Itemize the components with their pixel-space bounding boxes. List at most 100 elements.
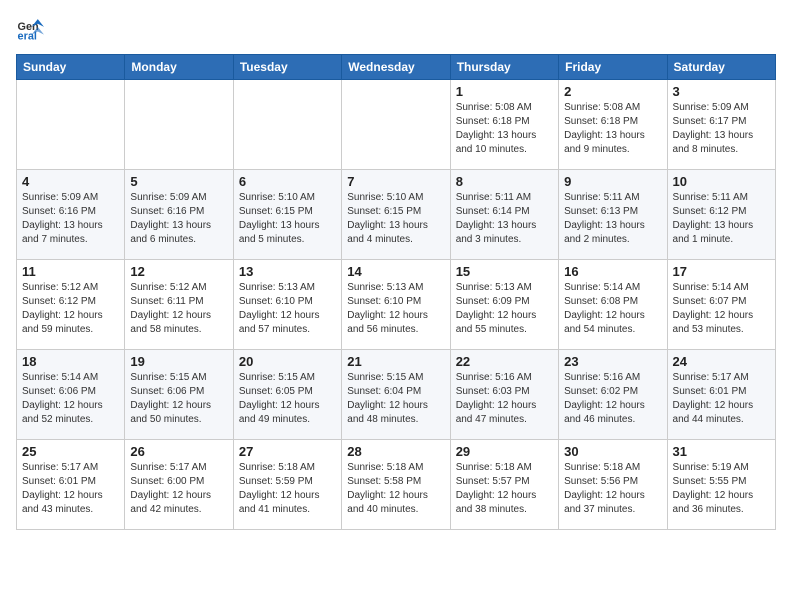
col-header-monday: Monday: [125, 55, 233, 80]
calendar-cell: 30 Sunrise: 5:18 AM Sunset: 5:56 PM Dayli…: [559, 440, 667, 530]
day-info: Sunrise: 5:18 AM Sunset: 5:58 PM Dayligh…: [347, 461, 444, 517]
day-info: Sunrise: 5:12 AM Sunset: 6:12 PM Dayligh…: [22, 281, 119, 337]
day-number: 4: [22, 174, 119, 189]
header: Gen eral: [16, 16, 776, 44]
day-info: Sunrise: 5:18 AM Sunset: 5:59 PM Dayligh…: [239, 461, 336, 517]
calendar-cell: 9Sunrise: 5:11 AM Sunset: 6:13 PM Daylig…: [559, 170, 667, 260]
calendar-cell: 2 Sunrise: 5:08 AM Sunset: 6:18 PM Daylig…: [559, 80, 667, 170]
calendar-cell: [342, 80, 450, 170]
calendar-week-2: 4 Sunrise: 5:09 AM Sunset: 6:16 PM Daylig…: [17, 170, 776, 260]
day-number: 26: [130, 444, 227, 459]
calendar-cell: 4 Sunrise: 5:09 AM Sunset: 6:16 PM Daylig…: [17, 170, 125, 260]
day-number: 18: [22, 354, 119, 369]
calendar-week-3: 11 Sunrise: 5:12 AM Sunset: 6:12 PM Dayli…: [17, 260, 776, 350]
calendar-cell: 12Sunrise: 5:12 AM Sunset: 6:11 PM Dayli…: [125, 260, 233, 350]
day-info: Sunrise: 5:10 AM Sunset: 6:15 PM Dayligh…: [347, 191, 444, 247]
day-number: 19: [130, 354, 227, 369]
day-info: Sunrise: 5:13 AM Sunset: 6:09 PM Dayligh…: [456, 281, 553, 337]
calendar-week-1: 1 Sunrise: 5:08 AM Sunset: 6:18 PM Daylig…: [17, 80, 776, 170]
day-info: Sunrise: 5:09 AM Sunset: 6:17 PM Dayligh…: [673, 101, 770, 157]
calendar-cell: 21Sunrise: 5:15 AM Sunset: 6:04 PM Dayli…: [342, 350, 450, 440]
calendar-cell: 23Sunrise: 5:16 AM Sunset: 6:02 PM Dayli…: [559, 350, 667, 440]
calendar-cell: 10Sunrise: 5:11 AM Sunset: 6:12 PM Dayli…: [667, 170, 775, 260]
day-info: Sunrise: 5:14 AM Sunset: 6:08 PM Dayligh…: [564, 281, 661, 337]
calendar-cell: 28 Sunrise: 5:18 AM Sunset: 5:58 PM Dayli…: [342, 440, 450, 530]
day-info: Sunrise: 5:17 AM Sunset: 6:01 PM Dayligh…: [673, 371, 770, 427]
calendar-cell: 26 Sunrise: 5:17 AM Sunset: 6:00 PM Dayli…: [125, 440, 233, 530]
day-info: Sunrise: 5:16 AM Sunset: 6:02 PM Dayligh…: [564, 371, 661, 427]
logo: Gen eral: [16, 16, 48, 44]
calendar-cell: 16 Sunrise: 5:14 AM Sunset: 6:08 PM Dayli…: [559, 260, 667, 350]
day-info: Sunrise: 5:18 AM Sunset: 5:57 PM Dayligh…: [456, 461, 553, 517]
day-info: Sunrise: 5:18 AM Sunset: 5:56 PM Dayligh…: [564, 461, 661, 517]
calendar-week-4: 18 Sunrise: 5:14 AM Sunset: 6:06 PM Dayli…: [17, 350, 776, 440]
calendar-cell: 27 Sunrise: 5:18 AM Sunset: 5:59 PM Dayli…: [233, 440, 341, 530]
calendar-cell: 29 Sunrise: 5:18 AM Sunset: 5:57 PM Dayli…: [450, 440, 558, 530]
calendar-cell: 15 Sunrise: 5:13 AM Sunset: 6:09 PM Dayli…: [450, 260, 558, 350]
day-number: 24: [673, 354, 770, 369]
calendar-cell: 17Sunrise: 5:14 AM Sunset: 6:07 PM Dayli…: [667, 260, 775, 350]
calendar-cell: [17, 80, 125, 170]
day-number: 3: [673, 84, 770, 99]
day-info: Sunrise: 5:08 AM Sunset: 6:18 PM Dayligh…: [564, 101, 661, 157]
day-number: 13: [239, 264, 336, 279]
calendar-cell: 6 Sunrise: 5:10 AM Sunset: 6:15 PM Daylig…: [233, 170, 341, 260]
day-info: Sunrise: 5:13 AM Sunset: 6:10 PM Dayligh…: [239, 281, 336, 337]
day-number: 12: [130, 264, 227, 279]
day-number: 22: [456, 354, 553, 369]
col-header-friday: Friday: [559, 55, 667, 80]
day-number: 5: [130, 174, 227, 189]
day-info: Sunrise: 5:09 AM Sunset: 6:16 PM Dayligh…: [22, 191, 119, 247]
calendar-table: SundayMondayTuesdayWednesdayThursdayFrid…: [16, 54, 776, 530]
day-info: Sunrise: 5:17 AM Sunset: 6:00 PM Dayligh…: [130, 461, 227, 517]
day-number: 25: [22, 444, 119, 459]
calendar-cell: 24 Sunrise: 5:17 AM Sunset: 6:01 PM Dayli…: [667, 350, 775, 440]
day-info: Sunrise: 5:11 AM Sunset: 6:13 PM Dayligh…: [564, 191, 661, 247]
col-header-thursday: Thursday: [450, 55, 558, 80]
day-number: 29: [456, 444, 553, 459]
day-number: 20: [239, 354, 336, 369]
calendar-cell: 11 Sunrise: 5:12 AM Sunset: 6:12 PM Dayli…: [17, 260, 125, 350]
calendar-cell: 13 Sunrise: 5:13 AM Sunset: 6:10 PM Dayli…: [233, 260, 341, 350]
day-number: 7: [347, 174, 444, 189]
logo-icon: Gen eral: [16, 16, 44, 44]
day-number: 28: [347, 444, 444, 459]
calendar-cell: 5Sunrise: 5:09 AM Sunset: 6:16 PM Daylig…: [125, 170, 233, 260]
day-number: 1: [456, 84, 553, 99]
calendar-week-5: 25 Sunrise: 5:17 AM Sunset: 6:01 PM Dayli…: [17, 440, 776, 530]
col-header-saturday: Saturday: [667, 55, 775, 80]
calendar-body: 1 Sunrise: 5:08 AM Sunset: 6:18 PM Daylig…: [17, 80, 776, 530]
day-number: 31: [673, 444, 770, 459]
calendar-cell: 14 Sunrise: 5:13 AM Sunset: 6:10 PM Dayli…: [342, 260, 450, 350]
day-number: 2: [564, 84, 661, 99]
day-info: Sunrise: 5:16 AM Sunset: 6:03 PM Dayligh…: [456, 371, 553, 427]
day-number: 27: [239, 444, 336, 459]
day-number: 16: [564, 264, 661, 279]
day-info: Sunrise: 5:14 AM Sunset: 6:07 PM Dayligh…: [673, 281, 770, 337]
calendar-cell: 18 Sunrise: 5:14 AM Sunset: 6:06 PM Dayli…: [17, 350, 125, 440]
calendar-cell: 31 Sunrise: 5:19 AM Sunset: 5:55 PM Dayli…: [667, 440, 775, 530]
calendar-cell: 19Sunrise: 5:15 AM Sunset: 6:06 PM Dayli…: [125, 350, 233, 440]
col-header-tuesday: Tuesday: [233, 55, 341, 80]
calendar-cell: 7 Sunrise: 5:10 AM Sunset: 6:15 PM Daylig…: [342, 170, 450, 260]
day-info: Sunrise: 5:17 AM Sunset: 6:01 PM Dayligh…: [22, 461, 119, 517]
day-number: 6: [239, 174, 336, 189]
day-info: Sunrise: 5:14 AM Sunset: 6:06 PM Dayligh…: [22, 371, 119, 427]
calendar-header-row: SundayMondayTuesdayWednesdayThursdayFrid…: [17, 55, 776, 80]
calendar-cell: [125, 80, 233, 170]
day-info: Sunrise: 5:11 AM Sunset: 6:14 PM Dayligh…: [456, 191, 553, 247]
day-info: Sunrise: 5:08 AM Sunset: 6:18 PM Dayligh…: [456, 101, 553, 157]
calendar-cell: 3 Sunrise: 5:09 AM Sunset: 6:17 PM Daylig…: [667, 80, 775, 170]
day-info: Sunrise: 5:13 AM Sunset: 6:10 PM Dayligh…: [347, 281, 444, 337]
day-number: 11: [22, 264, 119, 279]
calendar-cell: [233, 80, 341, 170]
day-info: Sunrise: 5:10 AM Sunset: 6:15 PM Dayligh…: [239, 191, 336, 247]
day-info: Sunrise: 5:19 AM Sunset: 5:55 PM Dayligh…: [673, 461, 770, 517]
day-number: 30: [564, 444, 661, 459]
day-number: 14: [347, 264, 444, 279]
day-number: 21: [347, 354, 444, 369]
day-info: Sunrise: 5:15 AM Sunset: 6:05 PM Dayligh…: [239, 371, 336, 427]
day-number: 15: [456, 264, 553, 279]
calendar-cell: 20 Sunrise: 5:15 AM Sunset: 6:05 PM Dayli…: [233, 350, 341, 440]
calendar-cell: 1 Sunrise: 5:08 AM Sunset: 6:18 PM Daylig…: [450, 80, 558, 170]
